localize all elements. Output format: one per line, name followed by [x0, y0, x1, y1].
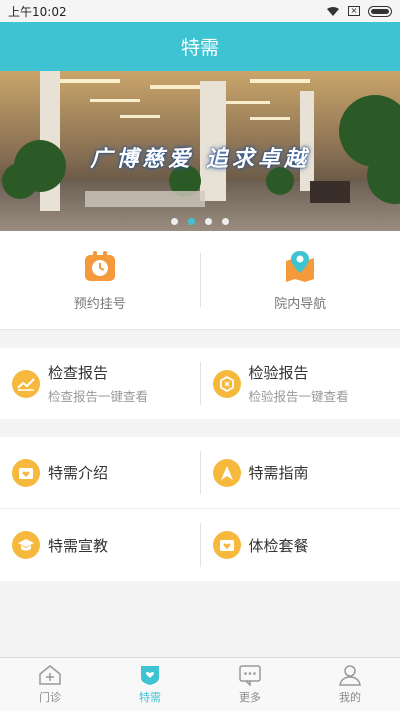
- battery-icon: [368, 5, 392, 17]
- special-guide-title: 特需指南: [248, 464, 309, 482]
- tab-more-label: 更多: [239, 691, 261, 704]
- tab-more[interactable]: 更多: [200, 658, 300, 711]
- carousel-dot[interactable]: [205, 218, 212, 225]
- checkup-package-button[interactable]: 体检套餐: [201, 509, 400, 581]
- bottom-tab-bar: 门诊 特需 更多 我的: [0, 657, 400, 711]
- carousel-dot[interactable]: [222, 218, 229, 225]
- banner-slogan: 广博慈爱 追求卓越: [90, 147, 310, 172]
- special-guide-button[interactable]: 特需指南: [201, 437, 400, 508]
- lab-report-title: 检验报告: [248, 364, 309, 382]
- graduation-cap-icon: [12, 531, 40, 559]
- tab-special-label: 特需: [139, 691, 161, 704]
- banner-carousel[interactable]: 广博慈爱 追求卓越: [0, 71, 400, 231]
- wifi-icon: [327, 6, 339, 16]
- sim-x-icon: ×: [348, 6, 360, 16]
- status-icons: ×: [326, 5, 392, 17]
- appointment-button[interactable]: 预约挂号: [0, 231, 200, 329]
- exam-report-button[interactable]: 检查报告 检查报告一键查看: [0, 348, 200, 419]
- tab-mine-label: 我的: [339, 691, 361, 704]
- navigation-arrow-icon: [212, 458, 241, 487]
- services-section: 特需介绍 特需指南 特需宣教 体检套餐: [0, 437, 400, 581]
- lab-report-button[interactable]: 检验报告 检验报告一键查看: [201, 348, 400, 419]
- heart-card-icon: [12, 458, 40, 487]
- heart-card-icon: [212, 531, 241, 559]
- chart-line-icon: [12, 369, 40, 398]
- status-bar: 上午10:02 ×: [0, 0, 400, 22]
- exam-report-title: 检查报告: [48, 364, 109, 382]
- page-title: 特需: [0, 22, 400, 71]
- hospital-navigation-label: 院内导航: [274, 296, 327, 312]
- special-education-title: 特需宣教: [48, 536, 109, 555]
- special-intro-button[interactable]: 特需介绍: [0, 437, 200, 508]
- more-chat-icon: [239, 665, 261, 686]
- appointment-label: 预约挂号: [73, 296, 126, 312]
- tab-mine[interactable]: 我的: [300, 658, 400, 711]
- tab-clinic[interactable]: 门诊: [0, 658, 100, 711]
- hexagon-icon: [212, 369, 241, 398]
- tab-clinic-label: 门诊: [39, 691, 61, 704]
- carousel-dot[interactable]: [171, 218, 178, 225]
- person-icon: [339, 665, 361, 686]
- special-education-button[interactable]: 特需宣教: [0, 509, 200, 581]
- hospital-navigation-button[interactable]: 院内导航: [201, 231, 400, 329]
- calendar-clock-icon: [84, 250, 115, 281]
- exam-report-subtitle: 检查报告一键查看: [48, 389, 149, 404]
- quick-actions: 预约挂号 院内导航: [0, 231, 400, 330]
- carousel-dot-active[interactable]: [188, 218, 195, 225]
- clinic-house-icon: [39, 665, 61, 685]
- carousel-dots[interactable]: [0, 218, 400, 225]
- checkup-package-title: 体检套餐: [248, 536, 309, 555]
- lab-report-subtitle: 检验报告一键查看: [248, 389, 349, 404]
- shield-heart-icon: [141, 666, 159, 685]
- status-time: 上午10:02: [8, 4, 67, 19]
- reports-section: 检查报告 检查报告一键查看 检验报告 检验报告一键查看: [0, 348, 400, 419]
- tab-special[interactable]: 特需: [100, 658, 200, 711]
- map-pin-icon: [286, 250, 315, 282]
- special-intro-title: 特需介绍: [48, 464, 109, 482]
